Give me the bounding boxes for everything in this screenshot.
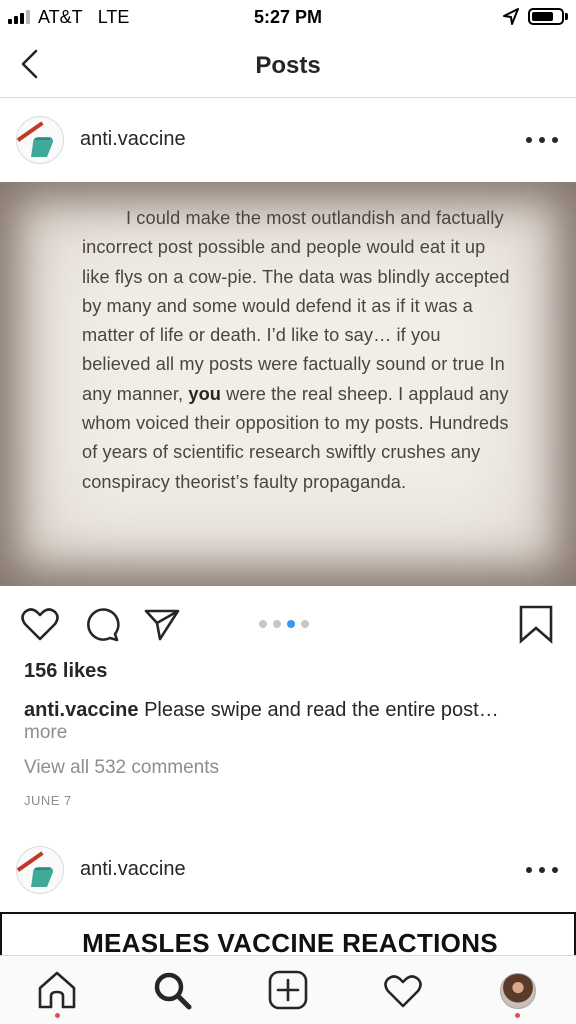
profile-avatar[interactable] — [500, 973, 536, 1009]
post-image-text: I could make the most outlandish and fac… — [82, 204, 512, 497]
battery-level — [532, 12, 553, 21]
post-caption: anti.vaccine Please swipe and read the e… — [24, 697, 564, 723]
home-notification-dot — [55, 1013, 60, 1018]
caption-username[interactable]: anti.vaccine — [24, 699, 139, 721]
tab-bar — [0, 955, 576, 1024]
post-header: anti.vaccine — [0, 840, 576, 900]
location-arrow-icon — [503, 8, 519, 25]
more-options-icon[interactable] — [526, 130, 558, 150]
home-icon — [38, 971, 76, 1009]
tab-activity[interactable] — [381, 968, 425, 1012]
battery-tip — [565, 13, 568, 20]
carousel-dot — [301, 620, 309, 628]
avatar[interactable] — [16, 846, 64, 894]
caption-text: Please swipe and read the entire post… — [144, 699, 499, 721]
more-options-icon[interactable] — [526, 860, 558, 880]
new-post-icon — [268, 970, 308, 1010]
profile-notification-dot — [515, 1013, 520, 1018]
carousel-indicator — [259, 620, 319, 628]
syringe-fist-icon — [17, 851, 53, 887]
activity-heart-icon — [384, 975, 422, 1008]
bookmark-icon[interactable] — [516, 604, 556, 644]
post-image[interactable]: I could make the most outlandish and fac… — [0, 182, 576, 586]
likes-count[interactable]: 156 likes — [24, 660, 107, 683]
tab-home[interactable] — [35, 968, 79, 1012]
page-title: Posts — [255, 52, 321, 79]
tab-new-post[interactable] — [266, 968, 310, 1012]
battery-icon — [528, 8, 564, 25]
post-date: JUNE 7 — [24, 793, 72, 808]
tab-search[interactable] — [150, 968, 194, 1012]
carousel-dot — [259, 620, 267, 628]
post-header: anti.vaccine — [0, 110, 576, 170]
post-username[interactable]: anti.vaccine — [80, 128, 186, 151]
heart-icon[interactable] — [20, 604, 60, 644]
navigation-header: Posts — [0, 36, 576, 98]
share-icon[interactable] — [142, 604, 182, 644]
status-time: 5:27 PM — [253, 7, 323, 27]
syringe-fist-icon — [17, 121, 53, 157]
comment-icon[interactable] — [82, 604, 122, 644]
post-text-bold: you — [188, 383, 221, 404]
status-bar: AT&T LTE 5:27 PM — [0, 0, 576, 36]
carousel-dot — [287, 620, 295, 628]
carousel-dot — [273, 620, 281, 628]
view-comments-link[interactable]: View all 532 comments — [24, 757, 219, 779]
post-username[interactable]: anti.vaccine — [80, 858, 186, 881]
avatar[interactable] — [16, 116, 64, 164]
post-actions — [0, 596, 576, 652]
caption-more-link[interactable]: more — [24, 722, 67, 744]
post-text-before: I could make the most outlandish and fac… — [82, 208, 510, 404]
search-icon — [154, 972, 192, 1010]
